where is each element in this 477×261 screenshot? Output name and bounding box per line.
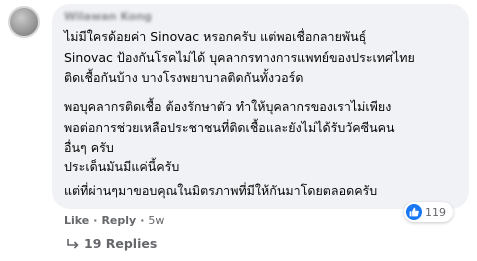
separator: · xyxy=(93,214,98,227)
like-link[interactable]: Like xyxy=(64,214,89,227)
comment-line: พอต่อการช่วยเหลือประชาชนที่ติดเชื้อและยั… xyxy=(64,119,395,135)
reaction-count: 119 xyxy=(425,205,446,219)
comment-paragraph: แต่ที่ผ่านๆมาขอบคุณในมิตรภาพที่มีให้กันม… xyxy=(64,181,377,202)
comment-author[interactable]: Wilawan Kong xyxy=(64,10,152,23)
view-replies-button[interactable]: 19 Replies xyxy=(66,236,157,251)
comment-line: พอบุคลากรติดเชื้อ ต้องรักษาตัว ทำให้บุคล… xyxy=(64,99,392,114)
reply-link[interactable]: Reply xyxy=(101,214,136,227)
replies-count: 19 Replies xyxy=(84,236,158,251)
comment-line: อื่นๆ ครับ xyxy=(64,140,114,155)
thumbs-up-icon xyxy=(406,204,422,220)
comment-line: ไม่มีใครด้อยค่า Sinovac หรอกครับ แต่พอเช… xyxy=(64,29,367,44)
comment-actions: Like · Reply · 5w xyxy=(64,214,164,227)
comment-line: ประเด็นมันมีแค่นี้ครับ xyxy=(64,159,180,174)
comment-paragraph: ประเด็นมันมีแค่นี้ครับ xyxy=(64,157,179,178)
avatar[interactable] xyxy=(8,6,40,38)
separator: · xyxy=(140,214,145,227)
comment-line: แต่ที่ผ่านๆมาขอบคุณในมิตรภาพที่มีให้กันม… xyxy=(64,183,378,198)
comment-bubble: Wilawan Kong ไม่มีใครด้อยค่า Sinovac หรอ… xyxy=(52,4,469,209)
timestamp[interactable]: 5w xyxy=(148,214,164,227)
comment-paragraph: พอบุคลากรติดเชื้อ ต้องรักษาตัว ทำให้บุคล… xyxy=(64,97,395,159)
comment-paragraph: ไม่มีใครด้อยค่า Sinovac หรอกครับ แต่พอเช… xyxy=(64,27,415,89)
reaction-summary[interactable]: 119 xyxy=(404,202,453,222)
comment-line: ติดเชื้อกันบ้าง บางโรงพยาบาลติดกันทั้งวอ… xyxy=(64,70,304,85)
reply-arrow-icon xyxy=(66,238,80,250)
comment-line: Sinovac ป้องกันโรคไม่ได้ บุคลากรทางการแพ… xyxy=(64,49,415,65)
